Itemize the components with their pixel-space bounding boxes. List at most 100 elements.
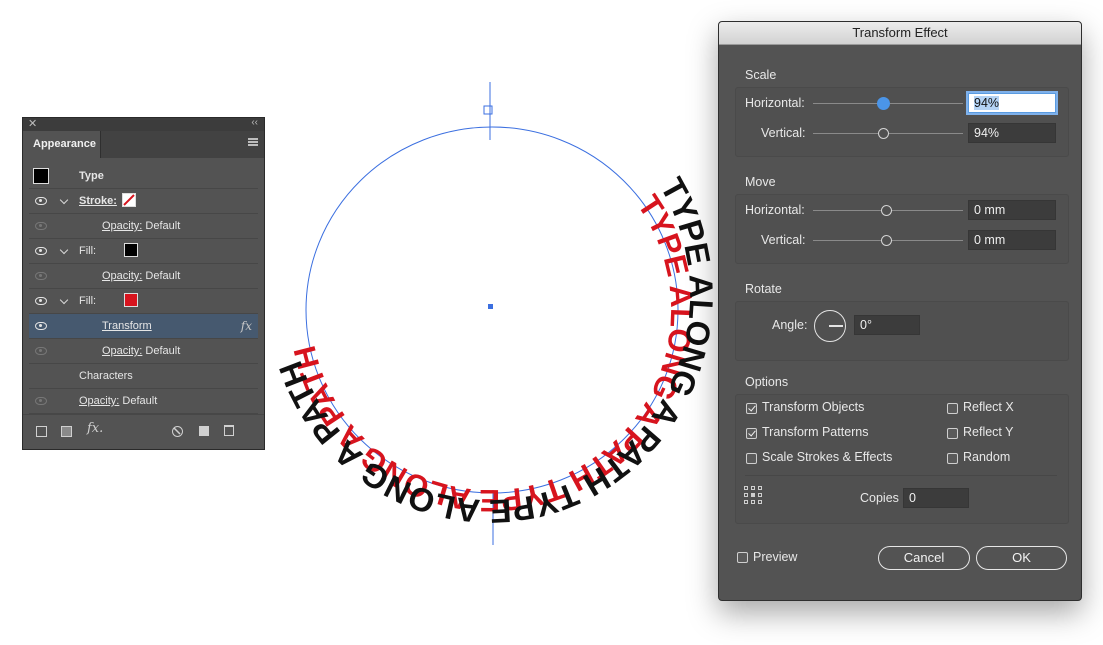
appearance-row-fill[interactable]: Fill: xyxy=(29,239,258,264)
chevron-down-icon[interactable] xyxy=(59,195,69,205)
cancel-button[interactable]: Cancel xyxy=(878,546,970,570)
move-horizontal-slider-knob[interactable] xyxy=(881,205,892,216)
scale-horizontal-label: Horizontal: xyxy=(745,96,805,110)
opacity-link[interactable]: Opacity: xyxy=(79,395,119,407)
row-label: Characters xyxy=(79,370,133,382)
move-horizontal-input[interactable]: 0 mm xyxy=(968,200,1056,220)
opacity-link[interactable]: Opacity: xyxy=(102,270,142,282)
eye-icon[interactable] xyxy=(35,297,47,305)
row-label: Opacity: Default xyxy=(102,345,180,357)
transform-objects-label[interactable]: Transform Objects xyxy=(762,400,864,414)
copies-input[interactable]: 0 xyxy=(903,488,969,508)
rotate-section-title: Rotate xyxy=(745,282,782,296)
random-label[interactable]: Random xyxy=(963,450,1010,464)
transform-patterns-checkbox[interactable] xyxy=(746,428,757,439)
row-label: Opacity: Default xyxy=(102,220,180,232)
copies-label: Copies xyxy=(860,491,899,505)
reflect-x-checkbox[interactable] xyxy=(947,403,958,414)
fx-icon: fx xyxy=(240,319,252,333)
opacity-link[interactable]: Opacity: xyxy=(102,345,142,357)
collapse-icon[interactable]: ‹‹ xyxy=(251,117,258,128)
move-vertical-label: Vertical: xyxy=(761,233,806,247)
appearance-row-opacity[interactable]: Opacity: Default xyxy=(29,214,258,239)
eye-icon[interactable] xyxy=(35,322,47,330)
center-point[interactable] xyxy=(488,304,493,309)
scale-horizontal-slider-knob[interactable] xyxy=(877,97,890,110)
row-label: Fill: xyxy=(79,245,97,257)
transform-effect-link[interactable]: Transform xyxy=(102,320,152,332)
transform-objects-checkbox[interactable] xyxy=(746,403,757,414)
opacity-link[interactable]: Opacity: xyxy=(102,220,142,232)
appearance-row-fill[interactable]: Fill: xyxy=(29,289,258,314)
eye-icon[interactable] xyxy=(35,222,47,230)
eye-icon[interactable] xyxy=(35,397,47,405)
opacity-value: Default xyxy=(122,395,158,407)
reflect-y-checkbox[interactable] xyxy=(947,428,958,439)
preview-checkbox[interactable] xyxy=(737,552,748,563)
panel-menu-icon[interactable] xyxy=(248,138,258,146)
duplicate-item-icon[interactable] xyxy=(199,426,209,436)
close-icon[interactable]: ✕ xyxy=(28,117,37,130)
appearance-row-opacity[interactable]: Opacity: Default xyxy=(29,264,258,289)
move-horizontal-label: Horizontal: xyxy=(745,203,805,217)
stroke-none-swatch-icon[interactable] xyxy=(122,193,136,207)
appearance-row-opacity[interactable]: Opacity: Default xyxy=(29,339,258,364)
angle-dial-icon[interactable] xyxy=(814,310,846,342)
appearance-row-opacity[interactable]: Opacity: Default xyxy=(29,389,258,414)
panel-bottom-toolbar: fx. xyxy=(23,414,264,449)
move-section-title: Move xyxy=(745,175,776,189)
chevron-down-icon[interactable] xyxy=(59,245,69,255)
trash-icon[interactable] xyxy=(224,425,234,436)
opacity-value: Default xyxy=(145,345,181,357)
clear-appearance-icon[interactable] xyxy=(172,426,183,437)
random-checkbox[interactable] xyxy=(947,453,958,464)
move-vertical-input[interactable]: 0 mm xyxy=(968,230,1056,250)
row-label: Fill: xyxy=(79,295,97,307)
add-new-effect-icon[interactable]: fx. xyxy=(87,421,103,436)
reflect-y-label[interactable]: Reflect Y xyxy=(963,425,1014,439)
scale-section-title: Scale xyxy=(745,68,777,82)
row-label: Opacity: Default xyxy=(102,270,180,282)
path-handle[interactable] xyxy=(483,105,493,115)
reference-point-icon[interactable] xyxy=(744,486,764,506)
appearance-panel: ✕ ‹‹ Appearance Type Stroke: Opacity: De… xyxy=(22,117,265,450)
chevron-down-icon[interactable] xyxy=(59,295,69,305)
eye-icon[interactable] xyxy=(35,272,47,280)
eye-icon[interactable] xyxy=(35,197,47,205)
black-fill-swatch-icon[interactable] xyxy=(124,243,138,257)
options-divider xyxy=(745,475,1057,476)
scale-vertical-slider-knob[interactable] xyxy=(878,128,889,139)
type-thumbnail-icon xyxy=(33,168,49,184)
artwork-canvas: TYPE ALONG A PATH TYPE ALONG A PATH TYPE… xyxy=(272,82,715,545)
options-section-title: Options xyxy=(745,375,789,389)
move-vertical-slider-knob[interactable] xyxy=(881,235,892,246)
transform-effect-dialog: Transform Effect Scale Horizontal: 94% V… xyxy=(718,21,1082,601)
dialog-title: Transform Effect xyxy=(719,22,1081,45)
scale-strokes-label[interactable]: Scale Strokes & Effects xyxy=(762,450,892,464)
reflect-x-label[interactable]: Reflect X xyxy=(963,400,1014,414)
appearance-row-transform[interactable]: Transform fx xyxy=(29,314,258,339)
opacity-value: Default xyxy=(145,220,181,232)
scale-strokes-checkbox[interactable] xyxy=(746,453,757,464)
scale-vertical-input[interactable]: 94% xyxy=(968,123,1056,143)
eye-icon[interactable] xyxy=(35,247,47,255)
ok-button[interactable]: OK xyxy=(976,546,1067,570)
transform-patterns-label[interactable]: Transform Patterns xyxy=(762,425,869,439)
appearance-row-type[interactable]: Type xyxy=(29,164,258,189)
eye-icon[interactable] xyxy=(35,347,47,355)
opacity-value: Default xyxy=(145,270,181,282)
preview-label[interactable]: Preview xyxy=(753,550,797,564)
row-label: Opacity: Default xyxy=(79,395,157,407)
angle-input[interactable]: 0° xyxy=(854,315,920,335)
panel-titlebar: ✕ ‹‹ xyxy=(23,117,264,131)
add-new-stroke-icon[interactable] xyxy=(36,426,47,437)
row-label[interactable]: Stroke: xyxy=(79,195,117,207)
angle-label: Angle: xyxy=(772,318,808,332)
appearance-row-stroke[interactable]: Stroke: xyxy=(29,189,258,214)
appearance-row-characters[interactable]: Characters xyxy=(29,364,258,389)
red-fill-swatch-icon[interactable] xyxy=(124,293,138,307)
scale-horizontal-input[interactable]: 94% xyxy=(968,93,1056,113)
add-new-fill-icon[interactable] xyxy=(61,426,72,437)
panel-tabs: Appearance xyxy=(23,131,264,158)
tab-appearance[interactable]: Appearance xyxy=(23,131,101,158)
